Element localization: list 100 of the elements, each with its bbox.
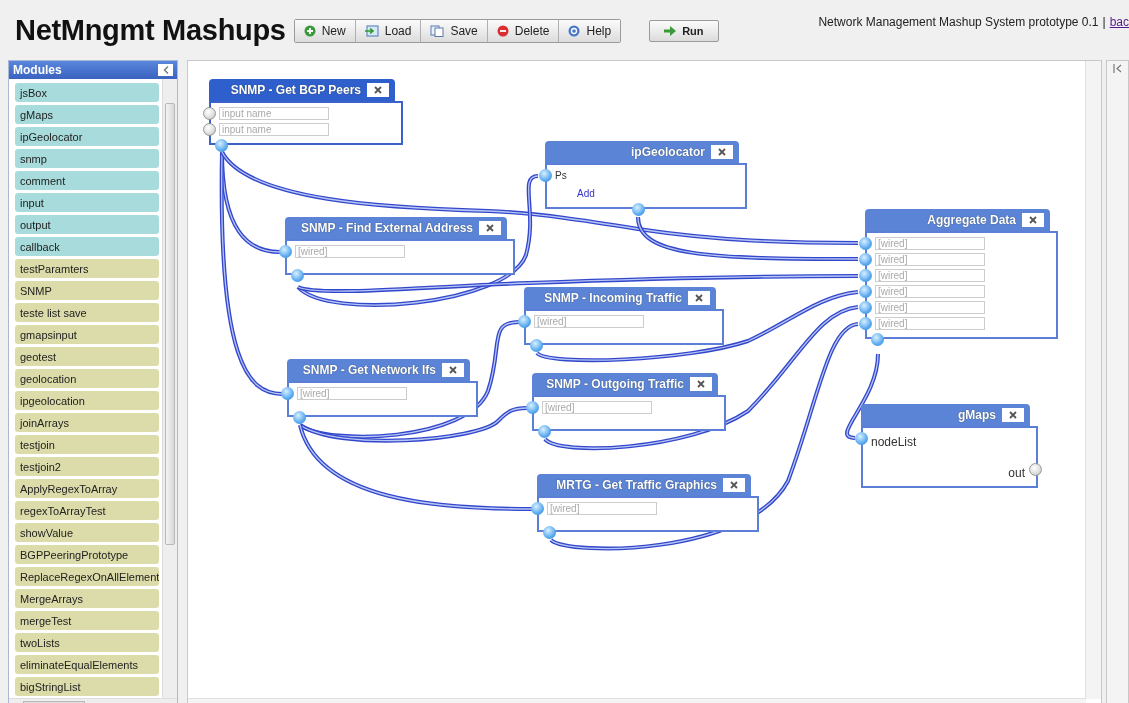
wired-terminal[interactable] (530, 339, 543, 352)
module-header[interactable]: SNMP - Outgoing Traffic (532, 373, 718, 395)
module-item[interactable]: twoLists (15, 633, 159, 652)
module-item[interactable]: eliminateEqualElements (15, 655, 159, 674)
arrow-icon (664, 26, 677, 36)
close-button[interactable] (479, 221, 501, 235)
close-button[interactable] (367, 83, 389, 97)
help-icon (568, 25, 581, 37)
wired-terminal[interactable] (538, 425, 551, 438)
wire[interactable] (536, 290, 859, 363)
module-item[interactable]: teste list save (15, 303, 159, 322)
collapse-button[interactable] (158, 64, 173, 76)
module-item[interactable]: jsBox (15, 83, 159, 102)
module-header[interactable]: ipGeolocator (545, 141, 739, 163)
toolbar-button[interactable]: Save (421, 20, 488, 42)
close-button[interactable] (723, 478, 745, 492)
close-icon (1029, 216, 1037, 224)
module-title: SNMP - Get BGP Peers (230, 83, 361, 97)
module-item[interactable]: joinArrays (15, 413, 159, 432)
module-item[interactable]: showValue (15, 523, 159, 542)
close-icon (718, 148, 726, 156)
module-item[interactable]: geolocation (15, 369, 159, 388)
back-link[interactable]: bac (1109, 15, 1129, 29)
module-item[interactable]: MergeArrays (15, 589, 159, 608)
wired-terminal[interactable] (859, 268, 872, 282)
module-item[interactable]: testjoin2 (15, 457, 159, 476)
module-item[interactable]: ApplyRegexToArray (15, 479, 159, 498)
empty-terminal[interactable] (1029, 462, 1042, 476)
wired-terminal[interactable] (291, 269, 304, 282)
wired-terminal[interactable] (215, 139, 228, 152)
wired-terminal[interactable] (859, 316, 872, 330)
close-icon (730, 481, 738, 489)
module-item[interactable]: mergeTest (15, 611, 159, 630)
close-button[interactable] (688, 291, 710, 305)
wire[interactable] (298, 424, 533, 511)
close-button[interactable] (690, 377, 712, 391)
wire[interactable] (297, 274, 859, 294)
toolbar-button[interactable]: Load (355, 20, 422, 42)
module-header[interactable]: gMaps (861, 404, 1030, 426)
module-header[interactable]: Aggregate Data (865, 209, 1050, 231)
expand-icon[interactable] (1113, 64, 1122, 73)
module-header[interactable]: MRTG - Get Traffic Graphics (537, 474, 751, 496)
wired-terminal[interactable] (279, 244, 292, 258)
input-label: Ps (555, 169, 567, 181)
module-item[interactable]: bigStringList (15, 677, 159, 696)
empty-terminal[interactable] (203, 122, 216, 136)
wired-terminal[interactable] (871, 333, 884, 346)
module-item[interactable]: input (15, 193, 159, 212)
wired-terminal[interactable] (526, 400, 539, 414)
module-item[interactable]: testParamters (15, 259, 159, 278)
close-button[interactable] (1022, 213, 1044, 227)
close-button[interactable] (1002, 408, 1024, 422)
toolbar-button[interactable]: New (294, 20, 356, 42)
wired-terminal[interactable] (859, 236, 872, 250)
wired-terminal[interactable] (518, 314, 531, 328)
module-title: SNMP - Find External Address (300, 221, 473, 235)
module-item[interactable]: regexToArrayTest (15, 501, 159, 520)
wired-terminal[interactable] (855, 431, 868, 445)
close-button[interactable] (711, 145, 733, 159)
module-item[interactable]: ipGeolocator (15, 127, 159, 146)
module-item[interactable]: geotest (15, 347, 159, 366)
module-item[interactable]: gMaps (15, 105, 159, 124)
input-field[interactable]: input name (219, 122, 329, 136)
close-button[interactable] (442, 363, 464, 377)
wired-terminal[interactable] (539, 168, 552, 182)
wired-terminal[interactable] (859, 252, 872, 266)
module-item[interactable]: comment (15, 171, 159, 190)
wired-terminal[interactable] (859, 300, 872, 314)
toolbar-button[interactable]: Delete (487, 20, 560, 42)
module-header[interactable]: SNMP - Find External Address (285, 217, 507, 239)
module-header[interactable]: SNMP - Get Network Ifs (287, 359, 470, 381)
module-item[interactable]: output (15, 215, 159, 234)
module-item[interactable]: BGPPeeringPrototype (15, 545, 159, 564)
wire[interactable] (636, 216, 859, 261)
module-title: Aggregate Data (927, 213, 1016, 227)
wired-terminal[interactable] (281, 386, 294, 400)
wired-terminal[interactable] (859, 284, 872, 298)
wired-terminal[interactable] (543, 526, 556, 539)
wire[interactable] (299, 406, 528, 443)
module-item[interactable]: ipgeolocation (15, 391, 159, 410)
input-field[interactable]: input name (219, 106, 329, 120)
run-button[interactable]: Run (649, 20, 719, 42)
empty-terminal[interactable] (203, 106, 216, 120)
wired-terminal[interactable] (632, 203, 645, 216)
panel-title: Modules (13, 63, 62, 77)
module-item[interactable]: SNMP (15, 281, 159, 300)
module-header[interactable]: SNMP - Incoming Traffic (524, 287, 716, 309)
wired-terminal[interactable] (293, 411, 306, 424)
module-item[interactable]: gmapsinput (15, 325, 159, 344)
wire[interactable] (296, 174, 539, 307)
add-link[interactable]: Add (577, 188, 595, 199)
wired-terminal[interactable] (531, 501, 544, 515)
module-item[interactable]: testjoin (15, 435, 159, 454)
module-header[interactable]: SNMP - Get BGP Peers (209, 79, 395, 101)
plus-icon (303, 25, 316, 37)
toolbar-button[interactable]: Help (559, 20, 621, 42)
module-item[interactable]: snmp (15, 149, 159, 168)
module-item[interactable]: callback (15, 237, 159, 256)
wire[interactable] (219, 151, 283, 396)
module-item[interactable]: ReplaceRegexOnAllElement (15, 567, 159, 586)
